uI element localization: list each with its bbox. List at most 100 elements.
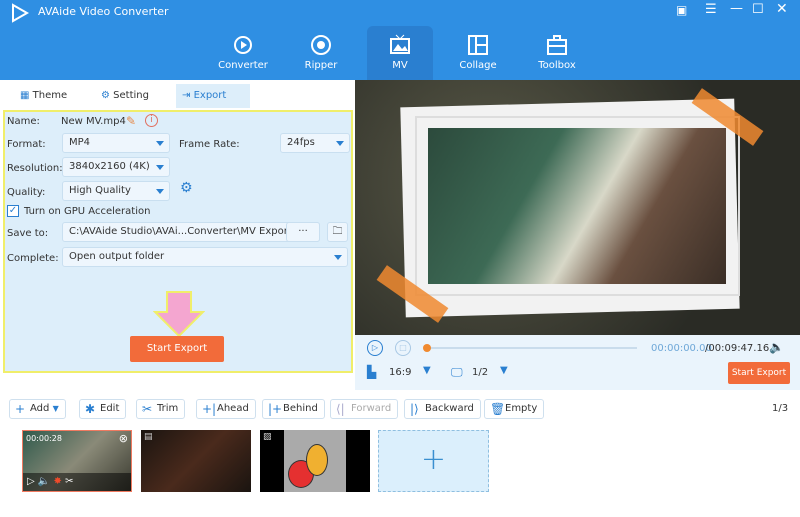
plus-icon: + xyxy=(15,402,26,416)
effect-icon[interactable]: ✸ xyxy=(54,476,62,487)
quality-select[interactable]: High Quality xyxy=(62,181,170,201)
progress-slider[interactable] xyxy=(425,347,637,349)
resolution-select[interactable]: 3840x2160 (4K) xyxy=(62,157,170,177)
toolbox-icon xyxy=(547,35,567,55)
button-label: Backward xyxy=(425,403,474,414)
insert-behind-icon: |+ xyxy=(268,402,283,416)
video-icon: ▤ xyxy=(144,432,153,442)
quality-settings-gear-icon[interactable]: ⚙ xyxy=(180,180,193,196)
nav-label: Toolbox xyxy=(538,60,576,71)
browse-label: ··· xyxy=(298,226,308,237)
folder-icon: 🗀 xyxy=(332,226,343,237)
screen-dropdown-icon[interactable]: ▼ xyxy=(500,365,508,376)
open-folder-button[interactable]: 🗀 xyxy=(327,222,348,242)
trash-icon: 🗑 xyxy=(490,402,506,416)
clip-thumbnail-1[interactable]: 00:00:28 ⊗ ▷ 🔈 ✸ ✂ xyxy=(22,430,132,492)
video-preview xyxy=(355,80,800,335)
close-icon[interactable]: ✕ xyxy=(776,1,788,17)
backward-button[interactable]: |⟩ Backward xyxy=(404,399,481,419)
behind-button[interactable]: |+ Behind xyxy=(262,399,325,419)
current-time: 00:00:00.00 xyxy=(651,343,712,354)
gpu-checkbox[interactable]: ✓ xyxy=(7,205,19,217)
gear-icon: ⚙ xyxy=(101,90,110,101)
button-label: Behind xyxy=(283,403,318,414)
clip-thumbnail-2[interactable]: ▤ xyxy=(141,430,251,492)
volume-icon[interactable]: 🔈 xyxy=(38,476,50,487)
clip-toolbar: ▷ 🔈 ✸ ✂ xyxy=(23,473,131,491)
start-export-button[interactable]: Start Export xyxy=(130,336,224,362)
complete-select[interactable]: Open output folder xyxy=(62,247,348,267)
nav-ripper[interactable]: Ripper xyxy=(288,26,354,80)
play-icon[interactable]: ▷ xyxy=(27,476,35,487)
aspect-ratio-value: 16:9 xyxy=(389,367,412,378)
play-button[interactable]: ▷ xyxy=(367,340,383,356)
button-label: Add xyxy=(30,403,50,414)
frame-rate-select[interactable]: 24fps xyxy=(280,133,350,153)
nav-toolbox[interactable]: Toolbox xyxy=(524,26,590,80)
magic-wand-icon: ✱ xyxy=(85,402,96,416)
format-select[interactable]: MP4 xyxy=(62,133,170,153)
nav-label: Converter xyxy=(218,60,268,71)
save-path-value: C:\AVAide Studio\AVAi...Converter\MV Exp… xyxy=(69,226,305,237)
nav-mv[interactable]: MV xyxy=(367,26,433,80)
tab-setting[interactable]: ⚙ Setting xyxy=(95,84,149,108)
export-icon: ⇥ xyxy=(182,90,191,101)
app-logo-icon xyxy=(12,3,30,23)
format-label: Format: xyxy=(7,139,46,150)
frame-rate-value: 24fps xyxy=(287,137,315,148)
theme-icon: ▦ xyxy=(20,90,30,101)
chevron-down-icon xyxy=(156,165,164,170)
maximize-icon[interactable]: ☐ xyxy=(752,2,764,17)
feedback-icon[interactable]: ▣ xyxy=(676,3,687,17)
button-label: Forward xyxy=(351,403,392,414)
remove-clip-icon[interactable]: ⊗ xyxy=(119,432,128,445)
tab-theme[interactable]: ▦ Theme xyxy=(14,84,67,108)
add-button[interactable]: + Add ▼ xyxy=(9,399,66,419)
ahead-button[interactable]: +| Ahead xyxy=(196,399,256,419)
app-title: AVAide Video Converter xyxy=(38,5,169,18)
nav-collage[interactable]: Collage xyxy=(445,26,511,80)
tab-export[interactable]: ⇥ Export xyxy=(176,84,250,108)
aspect-dropdown-icon[interactable]: ▼ xyxy=(423,365,431,376)
resolution-label: Resolution: xyxy=(7,163,63,174)
save-to-label: Save to: xyxy=(7,228,49,239)
button-label: Empty xyxy=(505,403,538,414)
button-label: Ahead xyxy=(217,403,249,414)
frame-rate-label: Frame Rate: xyxy=(179,139,240,150)
nav-converter[interactable]: Converter xyxy=(210,26,276,80)
tab-label: Export xyxy=(193,90,227,101)
clip-thumbnail-3[interactable]: ▨ xyxy=(260,430,370,492)
scissors-icon[interactable]: ✂ xyxy=(65,476,73,487)
image-icon: ▨ xyxy=(263,432,272,442)
progress-handle[interactable] xyxy=(423,344,431,352)
preview-start-export-button[interactable]: Start Export xyxy=(728,362,790,384)
title-bar: AVAide Video Converter ▣ ☰ — ☐ ✕ Convert… xyxy=(0,0,800,80)
save-path-field[interactable]: C:\AVAide Studio\AVAi...Converter\MV Exp… xyxy=(62,222,320,242)
quality-label: Quality: xyxy=(7,187,46,198)
stop-button[interactable]: □ xyxy=(395,340,411,356)
pineapple-image xyxy=(306,444,328,476)
info-icon[interactable]: i xyxy=(145,114,158,127)
complete-value: Open output folder xyxy=(69,251,165,262)
insert-ahead-icon: +| xyxy=(202,402,217,416)
chevron-down-icon xyxy=(156,141,164,146)
volume-icon[interactable]: 🔈 xyxy=(769,340,784,354)
player-controls: ▷ □ 00:00:00.00 /00:09:47.16 🔈 ▙ 16:9 ▼ … xyxy=(355,335,800,390)
trim-button[interactable]: ✂ Trim xyxy=(136,399,186,419)
total-time: /00:09:47.16 xyxy=(705,343,770,354)
edit-name-icon[interactable]: ✎ xyxy=(126,114,136,128)
format-value: MP4 xyxy=(69,137,91,148)
chevron-down-icon xyxy=(334,255,342,260)
edit-button[interactable]: ✱ Edit xyxy=(79,399,127,419)
menu-icon[interactable]: ☰ xyxy=(705,2,717,17)
collage-icon xyxy=(468,35,488,55)
aspect-ratio-icon: ▙ xyxy=(367,365,377,379)
minimize-icon[interactable]: — xyxy=(730,1,743,16)
ripper-icon xyxy=(311,35,331,55)
arrow-down-icon xyxy=(153,291,205,338)
chevron-down-icon[interactable]: ▼ xyxy=(53,404,59,413)
forward-button[interactable]: ⟨| Forward xyxy=(330,399,399,419)
browse-button[interactable]: ··· xyxy=(286,222,320,242)
empty-button[interactable]: 🗑 Empty xyxy=(484,399,545,419)
add-clip-button[interactable]: + xyxy=(378,430,489,492)
